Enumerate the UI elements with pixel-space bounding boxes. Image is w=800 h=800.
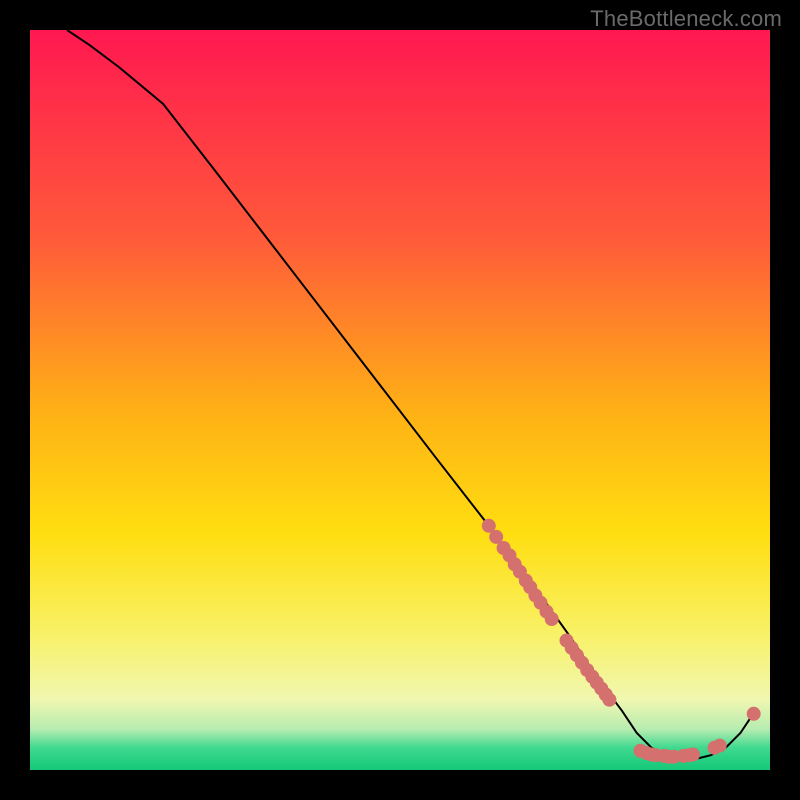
watermark-label: TheBottleneck.com	[590, 6, 782, 32]
data-dot	[545, 612, 559, 626]
chart-frame: TheBottleneck.com	[0, 0, 800, 800]
data-dot	[747, 707, 761, 721]
bottleneck-curve-chart	[0, 0, 800, 800]
gradient-background	[30, 30, 770, 770]
data-dot	[686, 748, 700, 762]
data-dot	[602, 693, 616, 707]
data-dot	[713, 739, 727, 753]
